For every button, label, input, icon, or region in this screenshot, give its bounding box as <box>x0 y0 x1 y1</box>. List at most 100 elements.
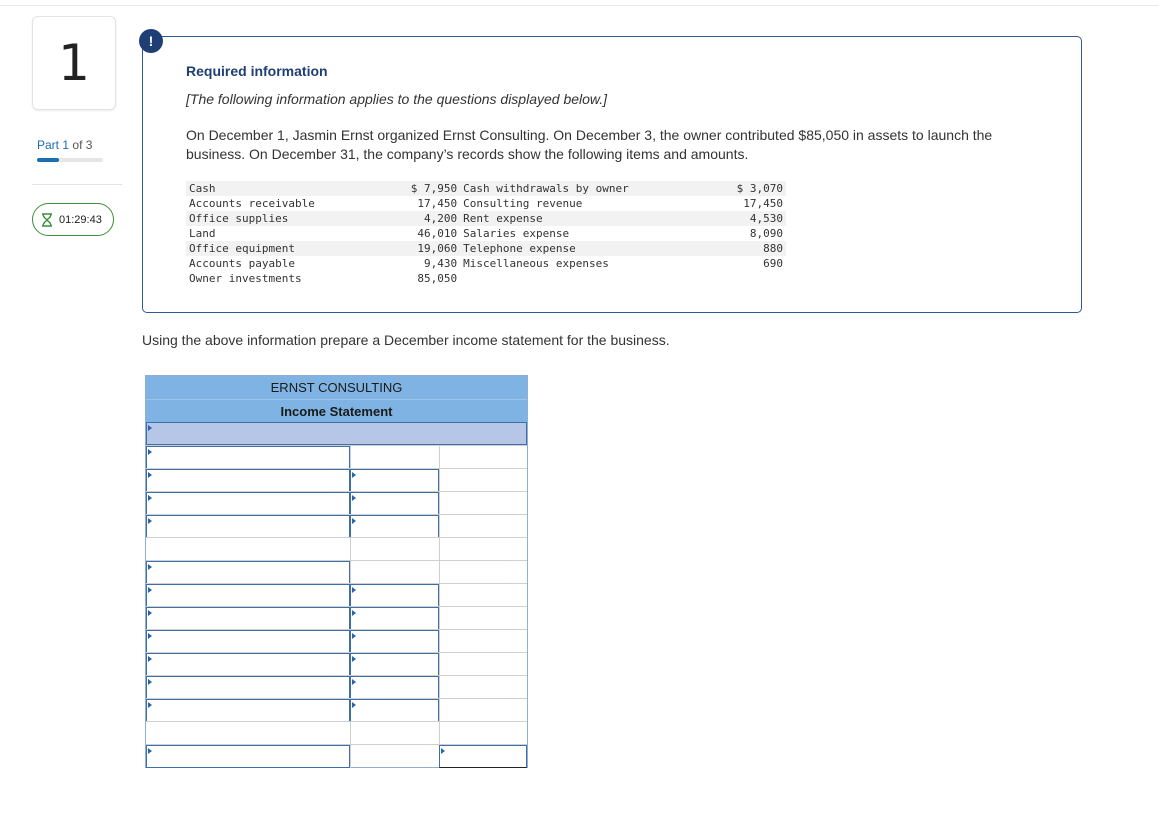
input-marker-icon <box>148 748 152 754</box>
account-name: Owner investments <box>189 272 302 285</box>
statement-cell <box>350 745 439 768</box>
statement-label-input[interactable] <box>146 745 350 768</box>
statement-row <box>146 468 527 492</box>
input-marker-icon <box>148 564 152 570</box>
statement-row <box>146 721 527 745</box>
required-information-panel: Required information [The following info… <box>142 36 1082 313</box>
statement-label-input[interactable] <box>146 653 350 676</box>
account-item-row: Owner investments 85,050 <box>186 271 786 286</box>
account-name: Miscellaneous expenses <box>463 257 609 270</box>
account-amount: 17,450 <box>743 197 783 210</box>
account-amount: 8,090 <box>749 227 783 240</box>
statement-row <box>146 652 527 676</box>
required-info-subtitle: [The following information applies to th… <box>186 91 608 107</box>
statement-row <box>146 560 527 584</box>
account-amount: $ 3,070 <box>713 181 786 196</box>
statement-amount-input[interactable] <box>350 653 439 676</box>
statement-cell <box>439 538 527 561</box>
statement-amount-input[interactable] <box>350 699 439 722</box>
statement-label-input[interactable] <box>146 515 350 538</box>
statement-row <box>146 629 527 653</box>
input-marker-icon <box>441 748 445 754</box>
statement-cell <box>439 630 527 653</box>
account-name: Cash <box>186 181 378 196</box>
input-marker-icon <box>352 610 356 616</box>
account-amount: 85,050 <box>417 272 458 285</box>
required-info-paragraph: On December 1, Jasmin Ernst organized Er… <box>186 127 993 162</box>
statement-cell <box>439 561 527 584</box>
input-marker-icon <box>148 702 152 708</box>
statement-amount-input[interactable] <box>350 630 439 653</box>
statement-title: Income Statement <box>146 399 527 422</box>
account-amount: 9,430 <box>424 257 458 270</box>
account-amount: 17,450 <box>417 197 458 210</box>
account-name: Consulting revenue <box>463 197 583 210</box>
statement-cell <box>439 492 527 515</box>
account-item-row: Accounts receivable 17,450 Consulting reve… <box>186 196 786 211</box>
statement-total-input[interactable] <box>439 745 527 768</box>
input-marker-icon <box>352 587 356 593</box>
statement-label-input[interactable] <box>146 446 350 469</box>
account-items-table: Cash $ 7,950 Cash withdrawals by owner $ 3,… <box>186 181 786 286</box>
statement-cell <box>350 538 439 561</box>
statement-cell <box>146 538 350 561</box>
statement-cell <box>439 584 527 607</box>
input-marker-icon <box>352 656 356 662</box>
instruction-text: Using the above information prepare a De… <box>142 332 670 348</box>
statement-cell <box>439 676 527 699</box>
account-amount: $ 7,950 <box>377 181 461 196</box>
statement-cell <box>146 722 350 745</box>
statement-cell <box>439 469 527 492</box>
statement-amount-input[interactable] <box>350 607 439 630</box>
statement-label-input[interactable] <box>146 469 350 492</box>
statement-date-input[interactable] <box>146 422 527 445</box>
statement-label-input[interactable] <box>146 607 350 630</box>
account-amount: 4,530 <box>713 211 786 226</box>
statement-label-input[interactable] <box>146 630 350 653</box>
account-name: Rent expense <box>460 211 714 226</box>
account-item-row: Office equipment 19,060 Telephone expense 8… <box>186 241 786 256</box>
timer[interactable]: 01:29:43 <box>32 203 114 236</box>
statement-label-input[interactable] <box>146 676 350 699</box>
statement-label-input[interactable] <box>146 584 350 607</box>
statement-amount-input[interactable] <box>350 492 439 515</box>
alert-glyph: ! <box>148 33 154 49</box>
statement-cell <box>439 722 527 745</box>
account-name: Cash withdrawals by owner <box>460 181 714 196</box>
statement-row <box>146 675 527 699</box>
rail-divider <box>32 184 122 185</box>
statement-label-input[interactable] <box>146 561 350 584</box>
statement-amount-input[interactable] <box>350 676 439 699</box>
income-statement-worksheet: ERNST CONSULTING Income Statement <box>145 375 528 768</box>
statement-cell <box>439 446 527 469</box>
statement-cell <box>439 607 527 630</box>
account-name: Accounts receivable <box>189 197 315 210</box>
statement-row <box>146 537 527 561</box>
account-name: Telephone expense <box>460 241 714 256</box>
statement-label-input[interactable] <box>146 699 350 722</box>
part-current: 1 <box>62 138 70 152</box>
statement-label-input[interactable] <box>146 492 350 515</box>
statement-cell <box>439 699 527 722</box>
account-amount: 880 <box>713 241 786 256</box>
top-divider <box>0 5 1159 6</box>
alert-icon: ! <box>139 29 163 53</box>
account-amount: 4,200 <box>377 211 461 226</box>
statement-amount-input[interactable] <box>350 584 439 607</box>
dropdown-marker-icon <box>148 425 152 431</box>
input-marker-icon <box>352 495 356 501</box>
hourglass-icon <box>42 212 52 227</box>
input-marker-icon <box>148 610 152 616</box>
question-number-box[interactable]: 1 <box>32 16 116 110</box>
statement-amount-input[interactable] <box>350 469 439 492</box>
part-word: Part <box>37 138 60 152</box>
account-item-row: Land 46,010 Salaries expense 8,090 <box>186 226 786 241</box>
statement-row <box>146 491 527 515</box>
statement-row <box>146 514 527 538</box>
part-total: of 3 <box>72 138 93 152</box>
account-name <box>460 271 714 286</box>
input-marker-icon <box>148 587 152 593</box>
statement-row <box>146 606 527 630</box>
statement-amount-input[interactable] <box>350 515 439 538</box>
account-name: Land <box>189 227 216 240</box>
